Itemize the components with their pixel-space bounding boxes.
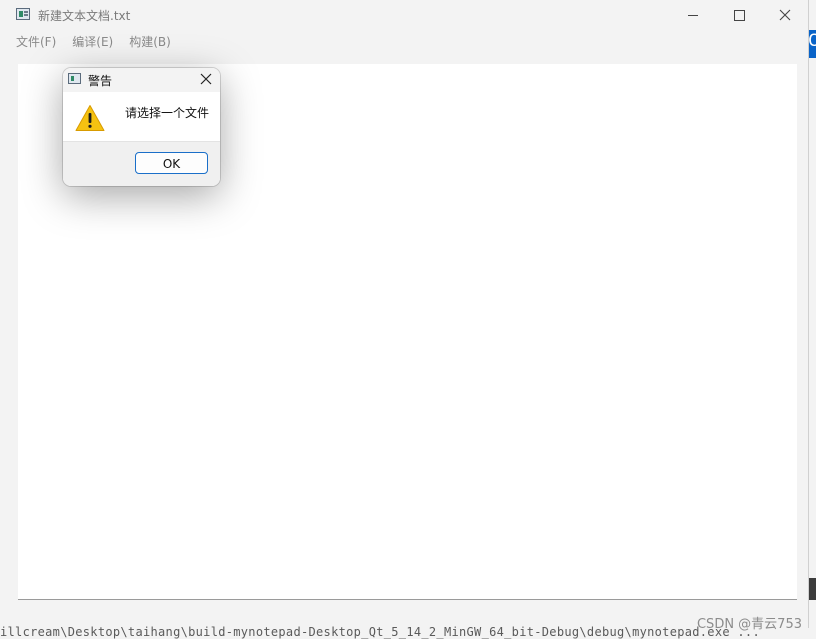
- maximize-button[interactable]: [716, 0, 762, 30]
- close-icon: [200, 73, 212, 85]
- minimize-icon: [688, 14, 698, 16]
- maximize-icon: [733, 9, 745, 21]
- warning-icon: [75, 105, 105, 131]
- background-window-right: C: [808, 30, 816, 58]
- status-bar: [0, 600, 808, 628]
- minimize-button[interactable]: [670, 0, 716, 30]
- dialog-close-button[interactable]: [200, 70, 212, 89]
- ok-button[interactable]: OK: [135, 152, 208, 174]
- menu-edit[interactable]: 编译(E): [64, 32, 121, 52]
- warning-dialog: 警告 请选择一个文件 OK: [63, 68, 220, 186]
- title-bar[interactable]: 新建文本文档.txt: [0, 0, 808, 30]
- dialog-message: 请选择一个文件: [125, 106, 210, 120]
- menu-bar: 文件(F) 编译(E) 构建(B): [8, 32, 179, 52]
- dialog-body: 请选择一个文件: [63, 92, 220, 141]
- dialog-title-bar[interactable]: 警告: [63, 68, 220, 92]
- dialog-title: 警告: [88, 74, 113, 88]
- menu-build[interactable]: 构建(B): [121, 32, 179, 52]
- close-icon: [779, 9, 791, 21]
- window-title: 新建文本文档.txt: [38, 9, 131, 23]
- terminal-output-line: illcream\Desktop\taihang\build-mynotepad…: [0, 625, 760, 639]
- bg-char: C: [808, 31, 816, 51]
- menu-file[interactable]: 文件(F): [8, 32, 64, 52]
- close-button[interactable]: [762, 0, 808, 30]
- app-icon: [16, 8, 30, 20]
- dialog-app-icon: [68, 73, 81, 84]
- bg-edge: [808, 578, 816, 600]
- dialog-footer: OK: [63, 141, 220, 186]
